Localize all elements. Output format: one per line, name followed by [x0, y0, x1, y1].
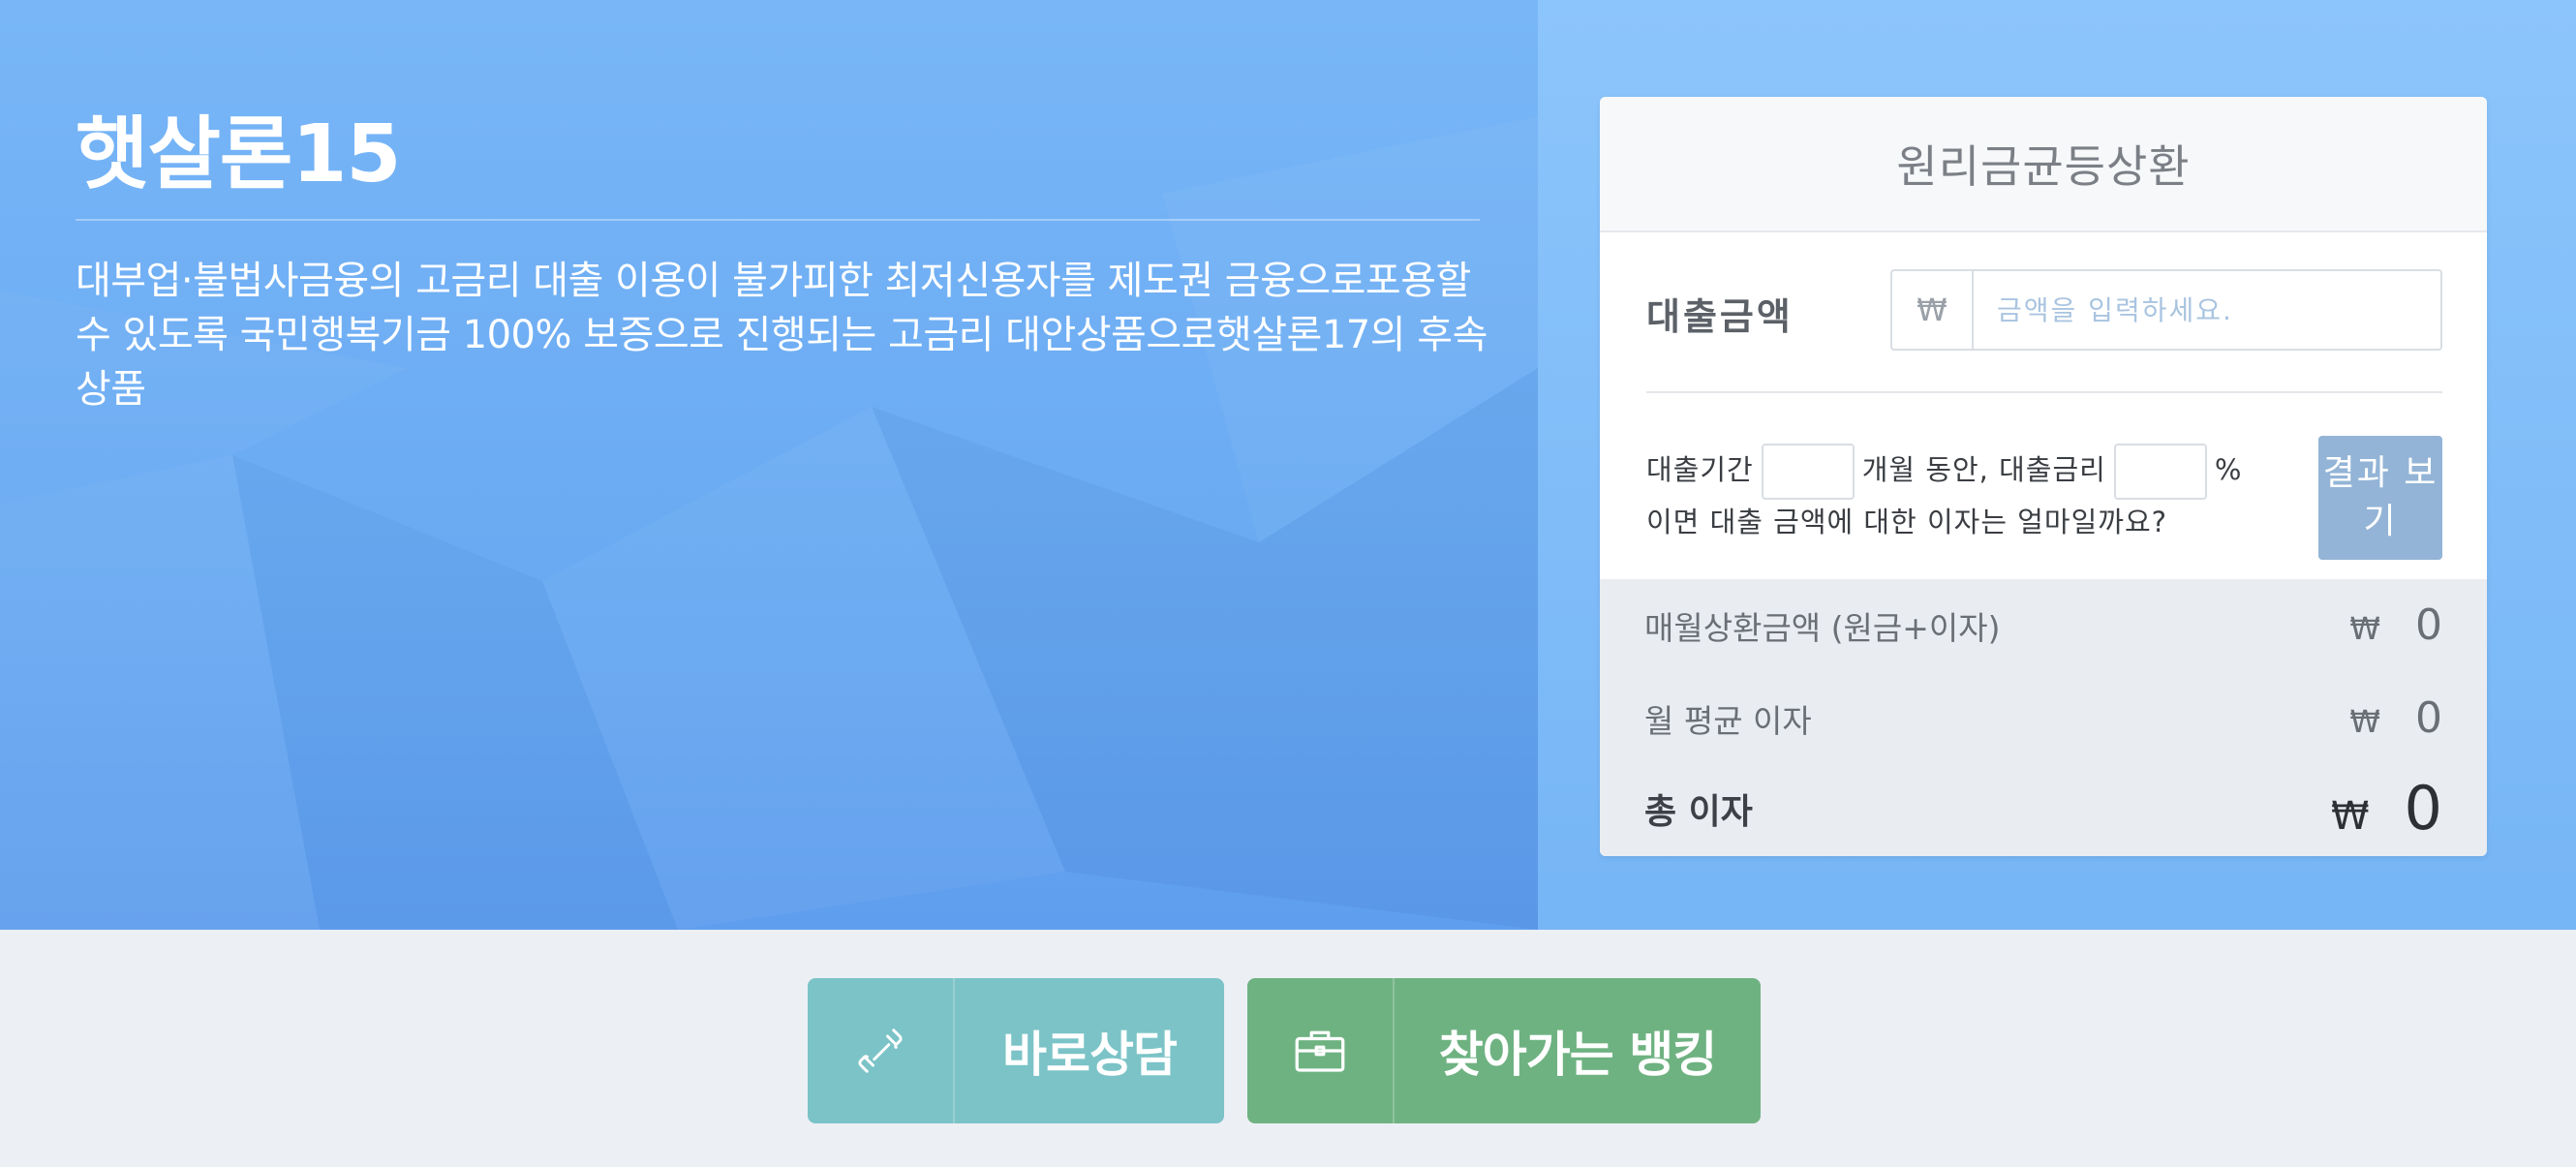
won-currency-icon: ₩: [2349, 610, 2380, 647]
monthly-payment-value: ₩ 0: [2349, 600, 2442, 650]
loan-period-input[interactable]: [1761, 444, 1855, 500]
total-interest-value: ₩ 0: [2331, 773, 2442, 844]
loan-amount-label: 대출금액: [1646, 295, 1794, 338]
avg-interest-amount: 0: [2415, 693, 2442, 743]
visiting-banking-label: 찾아가는 뱅킹: [1438, 1027, 1717, 1083]
briefcase-icon: [1247, 978, 1395, 1123]
consult-button[interactable]: 바로상담: [808, 978, 1224, 1123]
total-interest-label: 총 이자: [1644, 791, 1753, 832]
loan-conditions: 대출기간 개월 동안, 대출금리% 이면 대출 금액에 대한 이자는 얼마일까요?: [1646, 442, 2285, 546]
calculator-divider: [1646, 391, 2442, 393]
show-result-button[interactable]: 결과 보기: [2318, 436, 2442, 560]
loan-calculator: 원리금균등상환 대출금액 ₩ 대출기간 개월 동안, 대출금리% 이면 대출 금액…: [1600, 97, 2487, 856]
total-interest-row: 총 이자 ₩ 0: [1644, 773, 2442, 844]
avg-interest-value: ₩ 0: [2349, 693, 2442, 743]
product-description: 대부업·불법사금융의 고금리 대출 이용이 불가피한 최저신용자를 제도권 금융…: [76, 259, 1487, 412]
monthly-payment-row: 매월상환금액 (원금+이자) ₩ 0: [1644, 600, 2442, 650]
hero-banner: 햇살론15 대부업·불법사금융의 고금리 대출 이용이 불가피한 최저신용자를 …: [0, 0, 2576, 930]
product-title: 햇살론15: [76, 108, 401, 200]
won-currency-icon: ₩: [2330, 794, 2370, 839]
percent-label: %: [2214, 453, 2243, 486]
loan-amount-input[interactable]: [1974, 271, 2440, 349]
monthly-payment-amount: 0: [2415, 600, 2442, 650]
won-currency-icon: ₩: [2349, 703, 2380, 740]
visiting-banking-button[interactable]: 찾아가는 뱅킹: [1247, 978, 1761, 1123]
total-interest-amount: 0: [2404, 773, 2442, 844]
calculation-results: 매월상환금액 (원금+이자) ₩ 0 월 평균 이자 ₩ 0 총 이자 ₩ 0: [1600, 579, 2487, 856]
monthly-payment-label: 매월상환금액 (원금+이자): [1644, 608, 2001, 647]
avg-interest-label: 월 평균 이자: [1644, 701, 1812, 740]
calculator-header: 원리금균등상환: [1600, 97, 2487, 232]
loan-rate-input[interactable]: [2113, 444, 2207, 500]
consult-label: 바로상담: [1002, 1027, 1178, 1083]
avg-interest-row: 월 평균 이자 ₩ 0: [1644, 693, 2442, 743]
won-currency-icon: ₩: [1892, 271, 1974, 349]
phone-icon: [808, 978, 955, 1123]
loan-amount-field: ₩: [1890, 269, 2442, 351]
title-divider: [76, 219, 1480, 221]
interest-question: 이면 대출 금액에 대한 이자는 얼마일까요?: [1646, 506, 2168, 538]
loan-rate-label: 개월 동안, 대출금리: [1861, 453, 2106, 486]
loan-period-label: 대출기간: [1646, 453, 1754, 486]
